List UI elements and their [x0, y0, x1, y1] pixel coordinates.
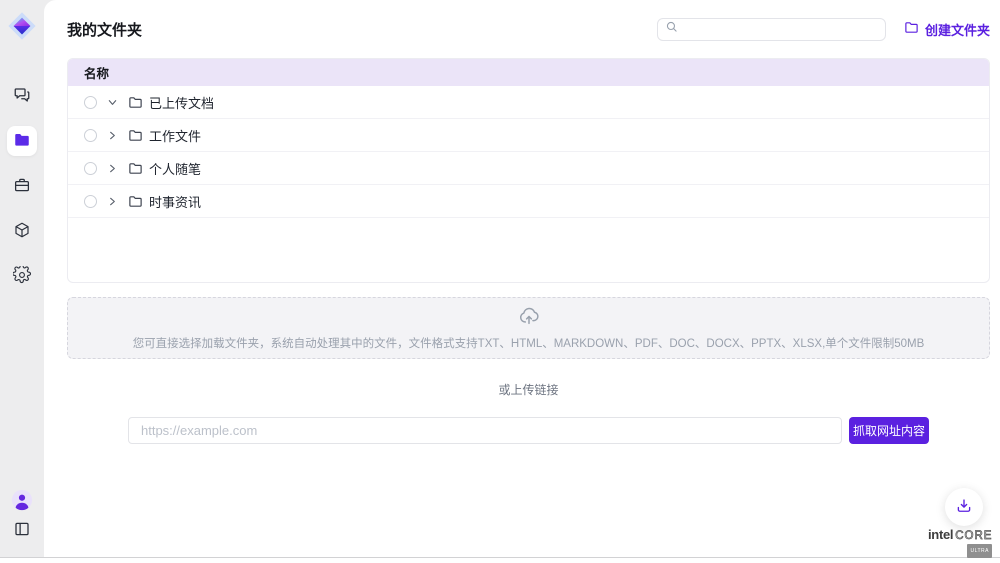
or-upload-link-label: 或上传链接	[67, 381, 990, 398]
sidebar	[0, 0, 44, 557]
row-checkbox[interactable]	[84, 195, 97, 208]
folder-name: 个人随笔	[149, 159, 201, 178]
page-header: 我的文件夹 创建文件夹	[67, 0, 990, 58]
sidebar-item-folders[interactable]	[7, 126, 37, 156]
folder-icon	[128, 95, 143, 110]
gear-icon	[13, 266, 31, 287]
ultra-badge: ultra	[967, 544, 992, 558]
intel-wordmark: intel	[928, 527, 953, 542]
folder-name: 已上传文档	[149, 93, 214, 112]
folder-name: 工作文件	[149, 126, 201, 145]
app-window: 我的文件夹 创建文件夹 名称	[0, 0, 1000, 558]
folder-table: 名称 已上传文档 工作文件	[67, 58, 990, 283]
folder-row-news[interactable]: 时事资讯	[68, 185, 989, 218]
url-upload-row: 抓取网址内容	[67, 417, 990, 444]
folder-icon	[13, 131, 31, 152]
sidebar-bottom	[11, 489, 33, 538]
panel-toggle-icon	[13, 526, 31, 541]
intel-core-logo: intelcore ultra	[928, 528, 992, 558]
chat-icon	[13, 86, 31, 107]
folder-icon	[128, 194, 143, 209]
sidebar-item-workspace[interactable]	[7, 171, 37, 201]
folder-icon	[128, 128, 143, 143]
cloud-upload-icon	[518, 305, 540, 332]
url-input[interactable]	[128, 417, 842, 444]
cube-icon	[13, 221, 31, 242]
upload-dropzone[interactable]: 您可直接选择加载文件夹，系统自动处理其中的文件，文件格式支持TXT、HTML、M…	[67, 297, 990, 359]
create-folder-label: 创建文件夹	[925, 20, 990, 39]
folder-icon	[128, 161, 143, 176]
download-fab[interactable]	[945, 488, 983, 526]
row-checkbox[interactable]	[84, 96, 97, 109]
table-header-row: 名称	[68, 59, 989, 86]
chevron-right-icon[interactable]	[105, 161, 119, 175]
folder-row-personal-notes[interactable]: 个人随笔	[68, 152, 989, 185]
panel-toggle-button[interactable]	[13, 520, 31, 538]
core-wordmark: core	[955, 530, 992, 542]
search-input[interactable]	[683, 22, 878, 36]
sidebar-item-settings[interactable]	[7, 261, 37, 291]
main-content: 我的文件夹 创建文件夹 名称	[44, 0, 1000, 557]
chevron-down-icon[interactable]	[105, 95, 119, 109]
fetch-url-button[interactable]: 抓取网址内容	[849, 417, 929, 444]
download-icon	[955, 497, 973, 518]
sidebar-item-models[interactable]	[7, 216, 37, 246]
avatar-icon	[11, 499, 33, 514]
chevron-right-icon[interactable]	[105, 128, 119, 142]
folder-plus-icon	[904, 20, 919, 38]
search-box[interactable]	[657, 18, 886, 41]
chevron-right-icon[interactable]	[105, 194, 119, 208]
page-title: 我的文件夹	[67, 19, 142, 40]
name-column-header: 名称	[84, 63, 109, 82]
folder-row-uploaded-docs[interactable]: 已上传文档	[68, 86, 989, 119]
sidebar-nav	[7, 81, 37, 306]
upload-hint-text: 您可直接选择加载文件夹，系统自动处理其中的文件，文件格式支持TXT、HTML、M…	[133, 335, 925, 351]
row-checkbox[interactable]	[84, 162, 97, 175]
app-logo-icon[interactable]	[7, 11, 37, 41]
avatar[interactable]	[11, 489, 33, 511]
folder-row-work-files[interactable]: 工作文件	[68, 119, 989, 152]
row-checkbox[interactable]	[84, 129, 97, 142]
folder-name: 时事资讯	[149, 192, 201, 211]
sidebar-item-chat[interactable]	[7, 81, 37, 111]
briefcase-icon	[13, 176, 31, 197]
create-folder-button[interactable]: 创建文件夹	[904, 20, 990, 39]
search-icon	[665, 20, 678, 38]
